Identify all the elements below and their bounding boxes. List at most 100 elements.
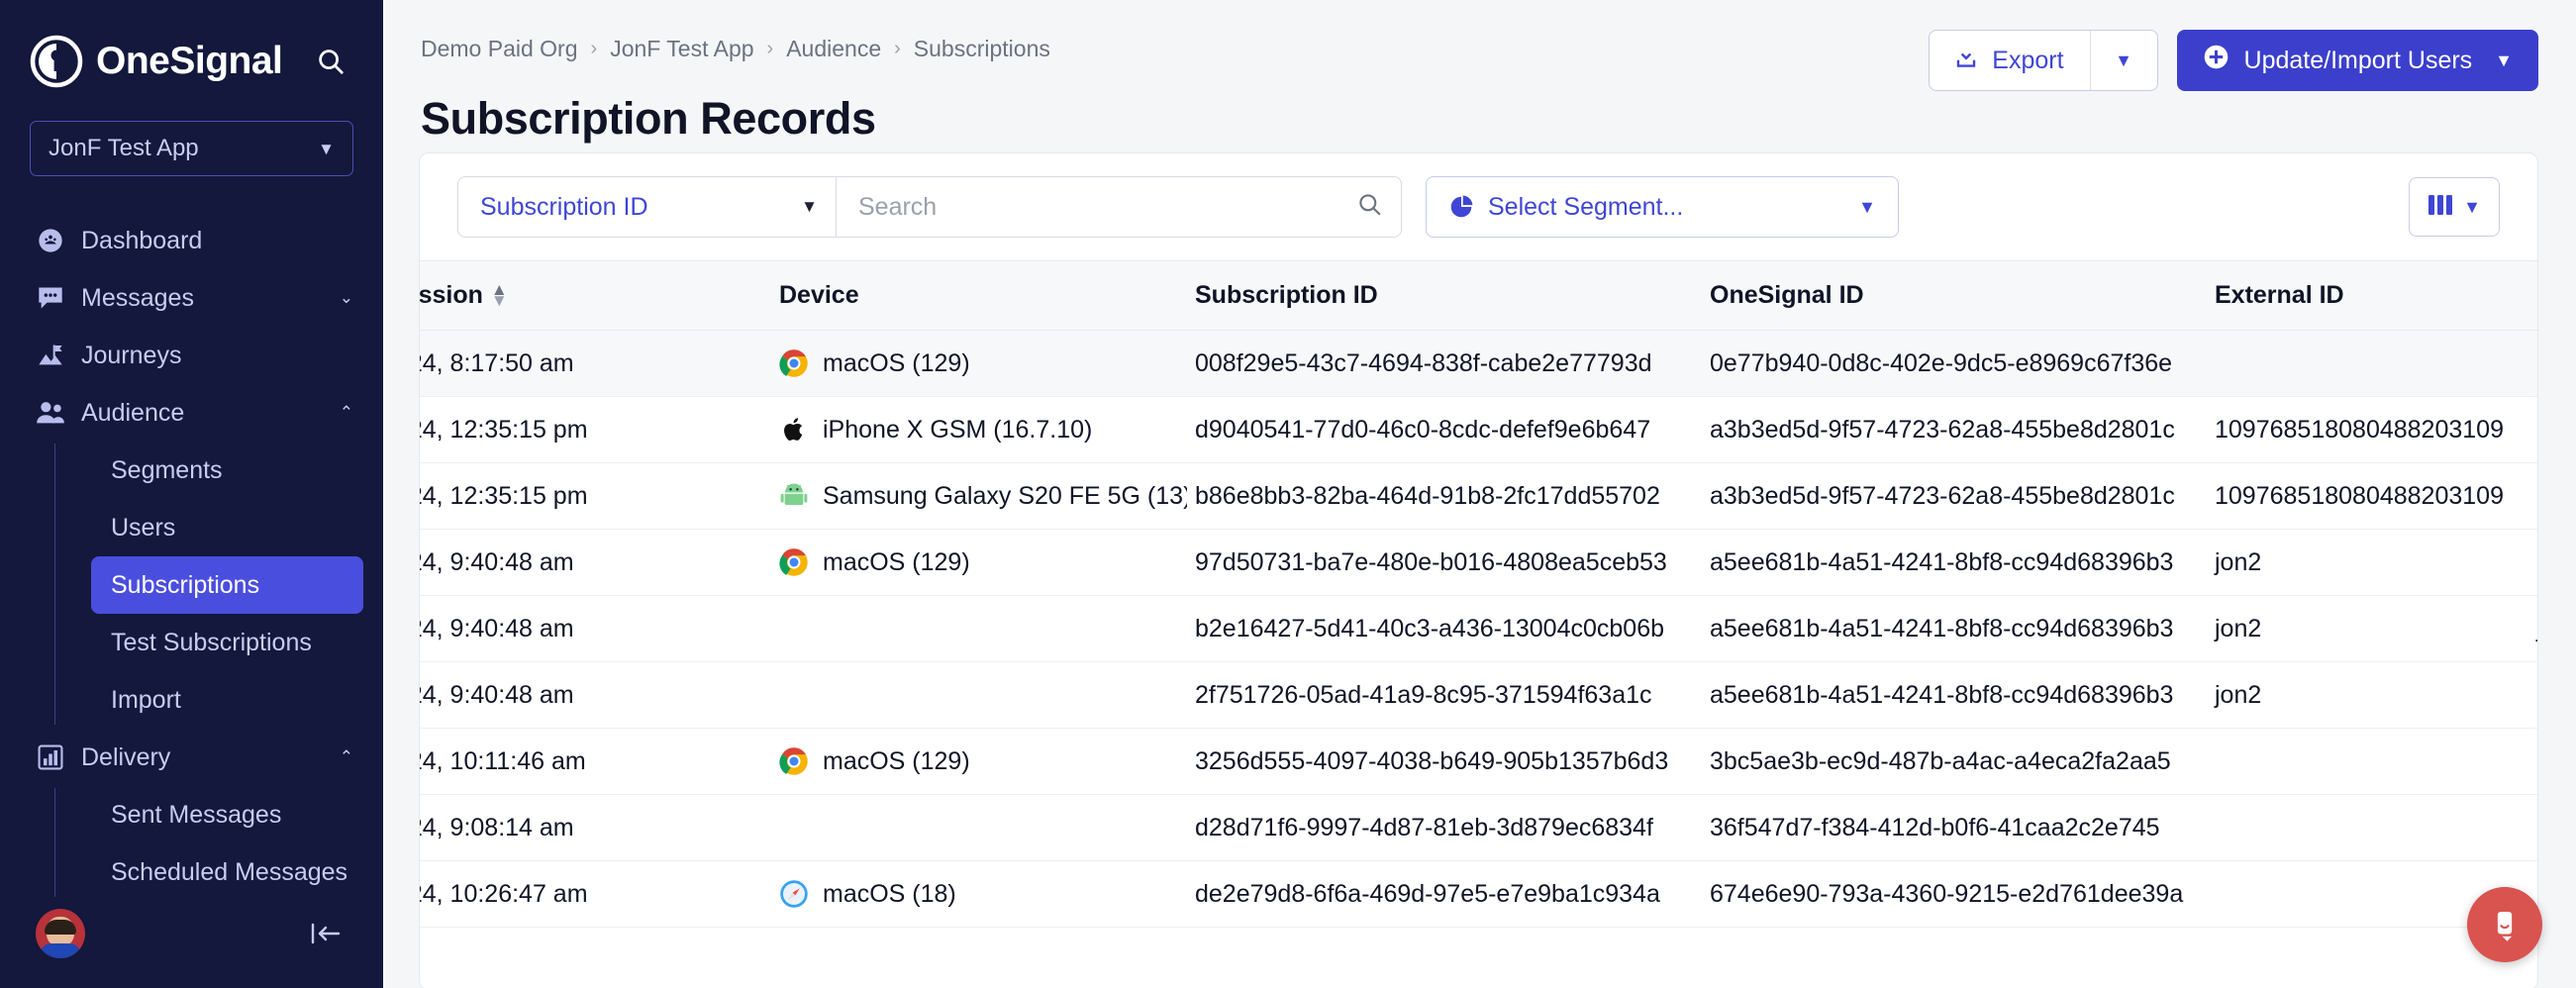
cell-onesignal-id: a3b3ed5d-9f57-4723-62a8-455be8d2801c xyxy=(1702,396,2207,463)
columns-icon xyxy=(2427,193,2453,222)
sort-icon[interactable]: ▲ ▼ xyxy=(491,281,508,308)
table-row[interactable]: 6/24, 10:11:46 am macOS (129) 3256d555-409… xyxy=(420,728,2537,795)
table-row[interactable]: 7/24, 9:40:48 am macOS (129) 97d50731-ba7e… xyxy=(420,529,2537,596)
cell-onesignal-id: 0e77b940-0d8c-402e-9dc5-e8969c67f36e xyxy=(1702,330,2207,397)
column-header-device[interactable]: Device xyxy=(771,260,1187,331)
sidebar-nav: Dashboard Messages ⌄ Journeys Audience ⌃… xyxy=(0,212,383,901)
main-content: Demo Paid Org › JonF Test App › Audience… xyxy=(383,0,2576,988)
breadcrumb-item-org[interactable]: Demo Paid Org xyxy=(421,36,578,62)
sidebar-item-audience[interactable]: Audience ⌃ xyxy=(0,384,383,442)
cell-external-id xyxy=(2207,728,2528,795)
cell-session: 4/24, 12:35:15 pm xyxy=(420,396,771,463)
column-header-label: Session xyxy=(420,281,483,309)
breadcrumb-separator-icon: › xyxy=(766,38,774,59)
cell-email: - xyxy=(2528,529,2537,596)
column-header-label: External ID xyxy=(2215,281,2344,309)
breadcrumb-separator-icon: › xyxy=(894,38,901,59)
cell-subscription-id: 008f29e5-43c7-4694-838f-cabe2e77793d xyxy=(1187,330,1702,397)
cell-subscription-id: d28d71f6-9997-4d87-81eb-3d879ec6834f xyxy=(1187,794,1702,861)
breadcrumb-item-subscriptions[interactable]: Subscriptions xyxy=(914,36,1050,62)
segment-select[interactable]: Select Segment... ▼ xyxy=(1426,176,1899,238)
sidebar-item-segments[interactable]: Segments xyxy=(91,442,363,499)
column-header-onesignal-id[interactable]: OneSignal ID xyxy=(1702,260,2207,331)
cell-subscription-id: d9040541-77d0-46c0-8cdc-defef9e6b647 xyxy=(1187,396,1702,463)
cell-session: 4/24, 12:35:15 pm xyxy=(420,462,771,530)
cell-email: - xyxy=(2528,728,2537,795)
chevron-down-icon: ▼ xyxy=(1858,196,1876,217)
collapse-sidebar-icon[interactable] xyxy=(298,911,353,956)
sidebar-item-users[interactable]: Users xyxy=(91,499,363,556)
sidebar-item-dashboard[interactable]: Dashboard xyxy=(0,212,383,269)
sidebar-item-label: Users xyxy=(111,513,176,542)
sidebar-item-subscriptions[interactable]: Subscriptions xyxy=(91,556,363,614)
sidebar-item-label: Journeys xyxy=(81,341,182,369)
sidebar-item-label: Dashboard xyxy=(81,226,203,254)
cell-device xyxy=(771,661,1187,729)
column-header-email[interactable]: Email xyxy=(2528,260,2537,331)
top-bar-actions: Export ▼ Update/Import Users ▼ xyxy=(1929,30,2538,91)
chat-launcher-icon[interactable] xyxy=(2467,887,2542,962)
people-icon xyxy=(36,398,65,428)
sidebar-item-delivery[interactable]: Delivery ⌃ xyxy=(0,729,383,786)
column-header-subscription-id[interactable]: Subscription ID xyxy=(1187,260,1702,331)
cell-subscription-id: b86e8bb3-82ba-464d-91b8-2fc17dd55702 xyxy=(1187,462,1702,530)
cell-onesignal-id: 3bc5ae3b-ec9d-487b-a4ac-a4eca2fa2aa5 xyxy=(1702,728,2207,795)
column-header-label: Email xyxy=(2536,281,2537,309)
table-header-row: Session ▲▼ Device Subscription ID xyxy=(420,260,2537,331)
breadcrumb-item-audience[interactable]: Audience xyxy=(786,36,881,62)
download-icon xyxy=(1953,45,1979,77)
sidebar-item-journeys[interactable]: Journeys xyxy=(0,327,383,384)
sidebar-item-label: Delivery xyxy=(81,742,171,771)
export-dropdown-toggle[interactable]: ▼ xyxy=(2089,31,2157,90)
table-row[interactable]: 9/24, 8:17:50 am macOS (129) 008f29e5-43c7… xyxy=(420,330,2537,397)
chevron-down-icon: ▼ xyxy=(318,139,335,158)
breadcrumb-item-app[interactable]: JonF Test App xyxy=(610,36,753,62)
device-label: iPhone X GSM (16.7.10) xyxy=(823,415,1093,444)
cell-subscription-id: 2f751726-05ad-41a9-8c95-371594f63a1c xyxy=(1187,661,1702,729)
sidebar-item-label: Import xyxy=(111,685,181,714)
column-settings-button[interactable]: ▼ xyxy=(2409,177,2500,237)
cell-onesignal-id: 674e6e90-793a-4360-9215-e2d761dee39a xyxy=(1702,860,2207,928)
sidebar-item-sent-messages[interactable]: Sent Messages xyxy=(91,786,363,843)
search-field-label: Subscription ID xyxy=(480,192,648,221)
breadcrumb: Demo Paid Org › JonF Test App › Audience… xyxy=(421,30,1050,62)
sidebar: OneSignal JonF Test App ▼ Dashboard Mess… xyxy=(0,0,383,988)
avatar[interactable] xyxy=(36,909,85,958)
table-row[interactable]: 4/24, 12:35:15 pm Samsung Galaxy S20 FE 5… xyxy=(420,462,2537,530)
table-row[interactable]: 6/24, 9:08:14 am d28d71f6-9997-4d87-81eb-… xyxy=(420,794,2537,861)
column-header-external-id[interactable]: External ID xyxy=(2207,260,2528,331)
app-selector[interactable]: JonF Test App ▼ xyxy=(30,121,353,176)
cell-subscription-id: 97d50731-ba7e-480e-b016-4808ea5ceb53 xyxy=(1187,529,1702,596)
table-row[interactable]: 4/24, 12:35:15 pm iPhone X GSM (16.7.10) d… xyxy=(420,396,2537,463)
update-import-users-label: Update/Import Users xyxy=(2243,46,2473,74)
cell-session: 6/24, 10:11:46 am xyxy=(420,728,771,795)
sidebar-item-label: Test Subscriptions xyxy=(111,628,312,656)
column-header-label: OneSignal ID xyxy=(1710,281,1864,309)
table-row[interactable]: 7/24, 9:40:48 am b2e16427-5d41-40c3-a436-… xyxy=(420,595,2537,662)
cell-subscription-id: b2e16427-5d41-40c3-a436-13004c0cb06b xyxy=(1187,595,1702,662)
chrome-icon xyxy=(779,548,808,576)
cell-onesignal-id: 36f547d7-f384-412d-b0f6-41caa2c2e745 xyxy=(1702,794,2207,861)
safari-icon xyxy=(780,880,808,908)
cell-onesignal-id: a3b3ed5d-9f57-4723-62a8-455be8d2801c xyxy=(1702,462,2207,530)
search-field-select[interactable]: Subscription ID ▼ xyxy=(458,177,837,237)
table-scroll-area[interactable]: Session ▲▼ Device Subscription ID xyxy=(420,260,2537,988)
sidebar-item-messages[interactable]: Messages ⌄ xyxy=(0,269,383,327)
table-row[interactable]: 7/24, 9:40:48 am 2f751726-05ad-41a9-8c95-… xyxy=(420,661,2537,729)
search-input[interactable] xyxy=(858,192,1356,222)
sidebar-item-test-subscriptions[interactable]: Test Subscriptions xyxy=(91,614,363,671)
cell-session: 6/24, 9:08:14 am xyxy=(420,794,771,861)
export-button[interactable]: Export xyxy=(1930,31,2089,90)
column-header-session[interactable]: Session ▲▼ xyxy=(420,260,771,331)
table-header: Session ▲▼ Device Subscription ID xyxy=(420,260,2537,331)
search-icon[interactable] xyxy=(1356,191,1383,223)
update-import-users-button[interactable]: Update/Import Users ▼ xyxy=(2176,30,2538,91)
table-toolbar: Subscription ID ▼ Search Select Segment.… xyxy=(420,153,2537,260)
cell-session: 7/24, 9:40:48 am xyxy=(420,661,771,729)
chevron-up-icon: ⌃ xyxy=(339,403,353,422)
search-icon[interactable] xyxy=(308,39,353,84)
sidebar-item-import[interactable]: Import xyxy=(91,671,363,729)
table-row[interactable]: 6/24, 10:26:47 am macOS (18) de2e79d8-6f6a… xyxy=(420,860,2537,928)
gauge-icon xyxy=(36,226,65,255)
cell-onesignal-id: a5ee681b-4a51-4241-8bf8-cc94d68396b3 xyxy=(1702,529,2207,596)
